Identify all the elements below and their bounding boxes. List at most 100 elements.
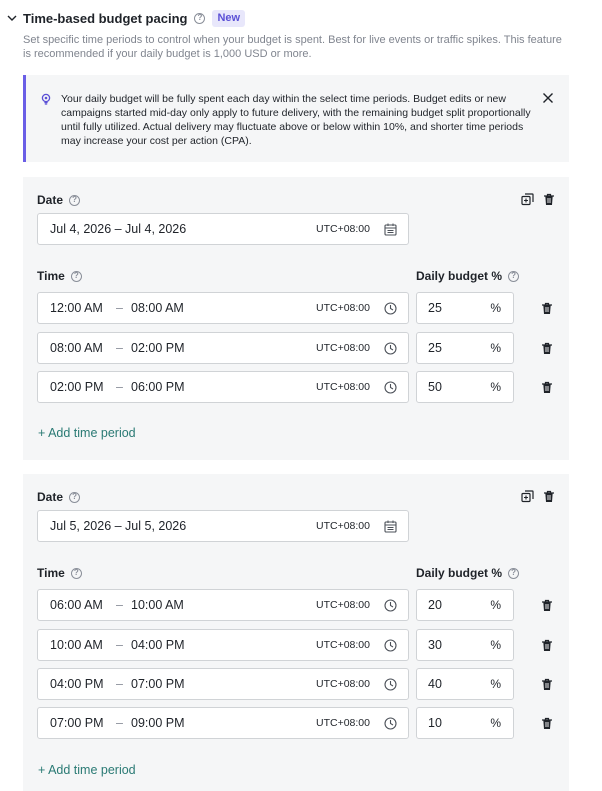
- add-time-period-link[interactable]: + Add time period: [38, 426, 136, 440]
- end-time: 07:00 PM: [131, 677, 185, 691]
- budget-percent-value: 20: [428, 598, 442, 612]
- trash-icon[interactable]: [542, 490, 555, 503]
- end-time: 10:00 AM: [131, 598, 184, 612]
- budget-percent-value: 10: [428, 716, 442, 730]
- help-icon[interactable]: ?: [508, 270, 520, 282]
- clock-icon: [384, 716, 397, 730]
- card-actions: [521, 193, 555, 206]
- clock-icon: [384, 598, 397, 612]
- calendar-icon: [384, 223, 397, 236]
- trash-icon[interactable]: [540, 302, 553, 315]
- start-time: 08:00 AM: [50, 341, 103, 355]
- card-actions: [521, 490, 555, 503]
- start-time: 06:00 AM: [50, 598, 103, 612]
- clock-icon: [384, 341, 397, 355]
- timezone-label: UTC+08:00: [316, 599, 370, 611]
- trash-icon[interactable]: [540, 639, 553, 652]
- trash-icon[interactable]: [542, 193, 555, 206]
- timezone-label: UTC+08:00: [316, 381, 370, 393]
- end-time: 02:00 PM: [131, 341, 185, 355]
- date-range-value: Jul 5, 2026 – Jul 5, 2026: [50, 519, 187, 533]
- clock-icon: [384, 677, 397, 691]
- timezone-label: UTC+08:00: [316, 678, 370, 690]
- help-icon[interactable]: ?: [194, 12, 206, 24]
- budget-percent-input[interactable]: 20 %: [416, 589, 514, 621]
- timezone-label: UTC+08:00: [316, 342, 370, 354]
- end-time: 06:00 PM: [131, 380, 185, 394]
- trash-icon[interactable]: [540, 342, 553, 355]
- start-time: 10:00 AM: [50, 638, 103, 652]
- help-icon[interactable]: ?: [69, 194, 81, 206]
- start-time: 04:00 PM: [50, 677, 104, 691]
- percent-suffix: %: [490, 598, 501, 612]
- end-time: 08:00 AM: [131, 301, 184, 315]
- section-header[interactable]: Time-based budget pacing ? New: [6, 9, 246, 27]
- budget-percent-input[interactable]: 10 %: [416, 707, 514, 739]
- add-time-period-link[interactable]: + Add time period: [38, 763, 136, 777]
- budget-percent-input[interactable]: 25 %: [416, 292, 514, 324]
- timezone-label: UTC+08:00: [316, 520, 370, 532]
- budget-percent-value: 25: [428, 301, 442, 315]
- start-time: 07:00 PM: [50, 716, 104, 730]
- time-range-picker[interactable]: 07:00 PM – 09:00 PM UTC+08:00: [37, 707, 409, 739]
- trash-icon[interactable]: [540, 599, 553, 612]
- date-label: Date?: [37, 193, 81, 207]
- chevron-down-icon[interactable]: [6, 12, 18, 24]
- trash-icon[interactable]: [540, 381, 553, 394]
- info-alert: Your daily budget will be fully spent ea…: [23, 75, 569, 162]
- budget-percent-input[interactable]: 25 %: [416, 332, 514, 364]
- percent-suffix: %: [490, 301, 501, 315]
- help-icon[interactable]: ?: [508, 567, 520, 579]
- percent-suffix: %: [490, 341, 501, 355]
- budget-percent-input[interactable]: 30 %: [416, 629, 514, 661]
- section-description: Set specific time periods to control whe…: [23, 34, 562, 60]
- clock-icon: [384, 638, 397, 652]
- percent-suffix: %: [490, 716, 501, 730]
- date-range-value: Jul 4, 2026 – Jul 4, 2026: [50, 222, 187, 236]
- budget-percent-input[interactable]: 40 %: [416, 668, 514, 700]
- date-range-picker[interactable]: Jul 4, 2026 – Jul 4, 2026 UTC+08:00: [37, 213, 409, 245]
- section-title: Time-based budget pacing: [23, 10, 188, 26]
- time-range-picker[interactable]: 12:00 AM – 08:00 AM UTC+08:00: [37, 292, 409, 324]
- time-range-picker[interactable]: 10:00 AM – 04:00 PM UTC+08:00: [37, 629, 409, 661]
- budget-percent-value: 40: [428, 677, 442, 691]
- budget-percent-value: 25: [428, 341, 442, 355]
- help-icon[interactable]: ?: [69, 491, 81, 503]
- timezone-label: UTC+08:00: [316, 302, 370, 314]
- end-time: 04:00 PM: [131, 638, 185, 652]
- budget-percent-value: 30: [428, 638, 442, 652]
- duplicate-icon[interactable]: [521, 193, 534, 206]
- date-card: Date? Jul 5, 2026 – Jul 5, 2026 UTC+08:0…: [23, 474, 569, 791]
- timezone-label: UTC+08:00: [316, 717, 370, 729]
- duplicate-icon[interactable]: [521, 490, 534, 503]
- budget-percent-input[interactable]: 50 %: [416, 371, 514, 403]
- percent-suffix: %: [490, 380, 501, 394]
- daily-budget-label: Daily budget %?: [416, 269, 520, 283]
- time-range-picker[interactable]: 02:00 PM – 06:00 PM UTC+08:00: [37, 371, 409, 403]
- start-time: 12:00 AM: [50, 301, 103, 315]
- percent-suffix: %: [490, 638, 501, 652]
- clock-icon: [384, 380, 397, 394]
- clock-icon: [384, 301, 397, 315]
- timezone-label: UTC+08:00: [316, 639, 370, 651]
- date-range-picker[interactable]: Jul 5, 2026 – Jul 5, 2026 UTC+08:00: [37, 510, 409, 542]
- date-card: Date? Jul 4, 2026 – Jul 4, 2026 UTC+08:0…: [23, 177, 569, 460]
- calendar-icon: [384, 520, 397, 533]
- time-range-picker[interactable]: 08:00 AM – 02:00 PM UTC+08:00: [37, 332, 409, 364]
- close-icon[interactable]: [541, 91, 555, 105]
- time-range-picker[interactable]: 04:00 PM – 07:00 PM UTC+08:00: [37, 668, 409, 700]
- trash-icon[interactable]: [540, 678, 553, 691]
- trash-icon[interactable]: [540, 717, 553, 730]
- timezone-label: UTC+08:00: [316, 223, 370, 235]
- end-time: 09:00 PM: [131, 716, 185, 730]
- help-icon[interactable]: ?: [70, 567, 82, 579]
- alert-text: Your daily budget will be fully spent ea…: [61, 93, 531, 147]
- time-range-picker[interactable]: 06:00 AM – 10:00 AM UTC+08:00: [37, 589, 409, 621]
- lightbulb-icon: [40, 92, 52, 105]
- help-icon[interactable]: ?: [70, 270, 82, 282]
- start-time: 02:00 PM: [50, 380, 104, 394]
- new-badge: New: [212, 9, 246, 27]
- date-label: Date?: [37, 490, 81, 504]
- budget-percent-value: 50: [428, 380, 442, 394]
- daily-budget-label: Daily budget %?: [416, 566, 520, 580]
